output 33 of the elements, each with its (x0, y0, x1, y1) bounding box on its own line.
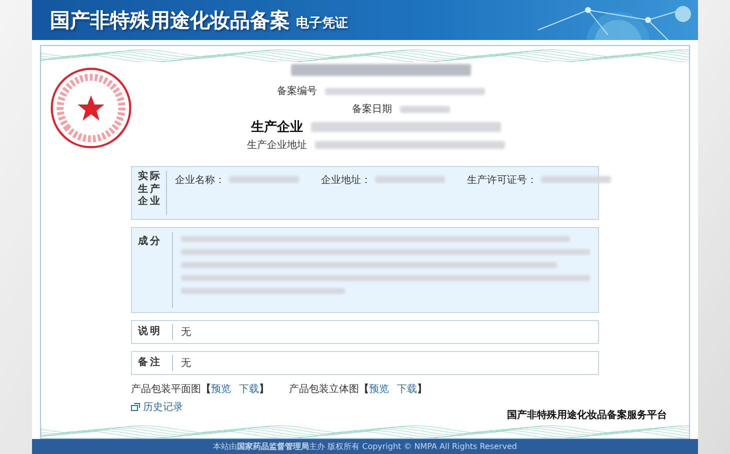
row-value: 无 (180, 357, 191, 370)
page-title: 国产非特殊用途化妆品备案 (50, 6, 290, 34)
record-date-label: 备案日期 (352, 102, 392, 116)
field-label: 企业名称： (175, 174, 225, 188)
link[interactable]: 下载 (397, 382, 417, 396)
field-label: 企业地址： (321, 174, 371, 188)
package-label: 产品包装立体图 (289, 382, 359, 396)
page-subtitle: 电子凭证 (296, 14, 348, 32)
row-label: 实际生产企业 (132, 171, 167, 216)
record-number-label: 备案编号 (277, 84, 317, 98)
blurred-text (229, 176, 299, 184)
field-label: 生产许可证号： (467, 174, 537, 188)
history-link[interactable]: 历史记录 (143, 400, 183, 414)
row-label: 成分 (132, 232, 173, 308)
link[interactable]: 预览 (211, 382, 231, 396)
blurred-text (375, 176, 445, 184)
row-value: 无 (180, 326, 191, 340)
package-label: 产品包装平面图 (131, 382, 201, 396)
platform-name: 国产非特殊用途化妆品备案服务平台 (507, 408, 667, 422)
link[interactable]: 下载 (239, 382, 259, 396)
bracket: 【 (201, 382, 211, 396)
blurred-text (400, 106, 450, 113)
link[interactable]: 预览 (369, 382, 389, 396)
row-label: 说明 (132, 324, 173, 340)
producer-address-label: 生产企业地址 (247, 138, 307, 152)
bracket: 】 (259, 382, 269, 396)
blurred-text (541, 176, 611, 184)
bracket: 】 (417, 382, 427, 396)
bracket: 【 (359, 382, 369, 396)
window-icon (131, 403, 140, 412)
producer-label: 生产企业 (251, 118, 303, 136)
row-label: 备注 (132, 355, 173, 372)
copyright-text: 本站由国家药品监督管理局主办 版权所有 Copyright © NMPA All Rights Reserved (213, 441, 517, 452)
